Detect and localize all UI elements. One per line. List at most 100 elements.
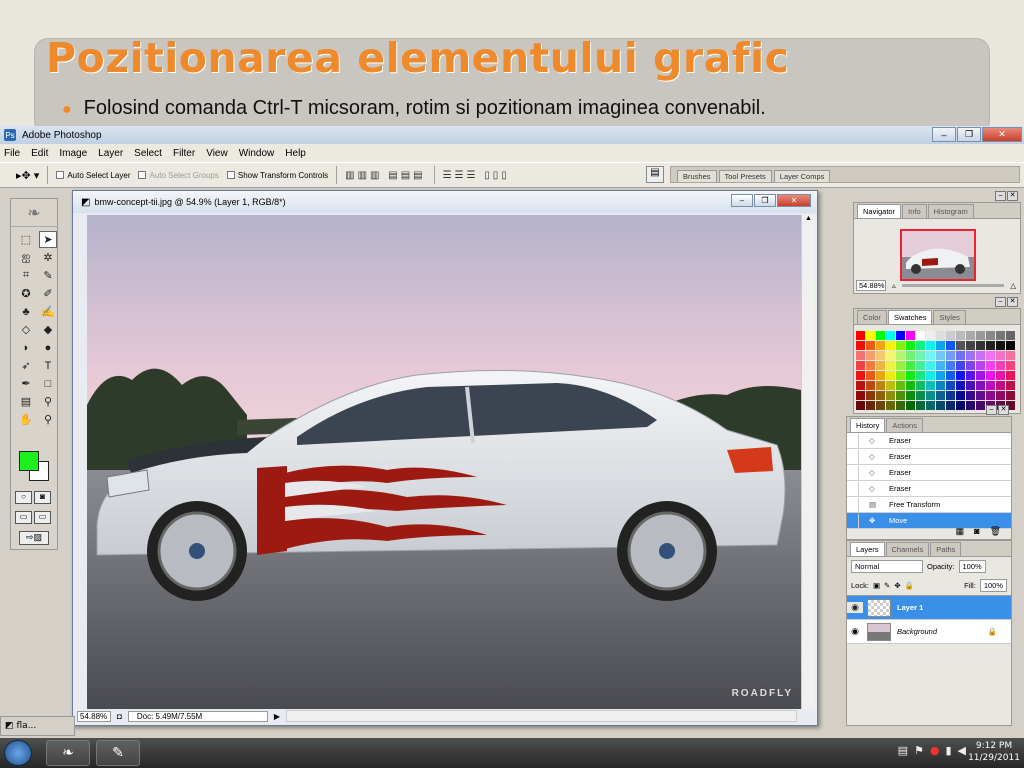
- color-swatch[interactable]: [936, 341, 945, 350]
- zoom-out-icon[interactable]: ▵: [892, 281, 896, 290]
- color-swatch[interactable]: [986, 371, 995, 380]
- color-swatch[interactable]: [906, 341, 915, 350]
- slice-tool-icon[interactable]: ✎: [39, 267, 57, 284]
- image-canvas[interactable]: ROADFLY: [87, 215, 801, 709]
- history-item[interactable]: ◇ Eraser: [847, 465, 1011, 481]
- color-swatch[interactable]: [876, 341, 885, 350]
- color-swatch[interactable]: [956, 351, 965, 360]
- lock-all-icon[interactable]: 🔒: [905, 581, 914, 590]
- color-swatch[interactable]: [856, 351, 865, 360]
- document-zoom-field[interactable]: 54.88%: [77, 710, 111, 722]
- status-info-icon[interactable]: ◘: [117, 712, 122, 721]
- align-buttons-icon[interactable]: ▥▥▥ ▤▤▤: [345, 170, 425, 181]
- color-swatch[interactable]: [956, 391, 965, 400]
- doc-restore-button[interactable]: ❐: [754, 194, 776, 207]
- tab-color[interactable]: Color: [857, 310, 887, 324]
- color-swatch[interactable]: [866, 361, 875, 370]
- color-swatch[interactable]: [996, 361, 1005, 370]
- eyedropper-tool-icon[interactable]: ⚲: [39, 393, 57, 410]
- color-swatch[interactable]: [926, 341, 935, 350]
- color-swatch[interactable]: [856, 361, 865, 370]
- color-swatch[interactable]: [956, 341, 965, 350]
- color-swatch[interactable]: [856, 391, 865, 400]
- color-swatch[interactable]: [856, 341, 865, 350]
- layer-row-background[interactable]: ◉ Background 🔒: [847, 620, 1011, 644]
- foreground-color-swatch[interactable]: [19, 451, 39, 471]
- tray-antivirus-icon[interactable]: ●: [930, 744, 940, 757]
- color-swatch[interactable]: [996, 391, 1005, 400]
- visibility-eye-icon[interactable]: ◉: [847, 626, 863, 637]
- color-swatch[interactable]: [986, 391, 995, 400]
- history-item[interactable]: ◇ Eraser: [847, 433, 1011, 449]
- hand-tool-icon[interactable]: ✋: [17, 411, 35, 428]
- color-swatch[interactable]: [866, 341, 875, 350]
- color-swatch[interactable]: [936, 371, 945, 380]
- color-swatch[interactable]: [936, 361, 945, 370]
- rectangle-tool-icon[interactable]: □: [39, 375, 57, 392]
- color-swatch[interactable]: [916, 371, 925, 380]
- color-swatch[interactable]: [986, 331, 995, 340]
- color-swatch[interactable]: [1006, 381, 1015, 390]
- menu-select[interactable]: Select: [134, 148, 162, 159]
- fill-field[interactable]: 100%: [979, 579, 1007, 592]
- color-swatch[interactable]: [896, 401, 905, 410]
- tab-navigator[interactable]: Navigator: [857, 204, 902, 218]
- quick-mask-mode-icon[interactable]: ◙: [34, 491, 51, 504]
- color-swatch[interactable]: [886, 391, 895, 400]
- menu-file[interactable]: File: [4, 148, 20, 159]
- color-swatch[interactable]: [966, 341, 975, 350]
- opacity-field[interactable]: 100%: [958, 560, 986, 573]
- navigator-thumbnail[interactable]: [900, 229, 976, 281]
- tray-flag-icon[interactable]: ⚑: [914, 744, 924, 757]
- panel-minimize-icon[interactable]: –: [995, 297, 1006, 307]
- well-tab-brushes[interactable]: Brushes: [677, 170, 717, 182]
- color-swatch[interactable]: [886, 361, 895, 370]
- color-swatch[interactable]: [966, 361, 975, 370]
- restore-button[interactable]: ❐: [957, 127, 981, 142]
- tab-paths[interactable]: Paths: [930, 542, 962, 556]
- color-swatch[interactable]: [876, 401, 885, 410]
- color-swatch[interactable]: [996, 331, 1005, 340]
- panel-close-icon[interactable]: ✕: [998, 405, 1009, 415]
- color-swatch[interactable]: [976, 371, 985, 380]
- path-selection-tool-icon[interactable]: ➶: [17, 357, 35, 374]
- color-swatch[interactable]: [976, 401, 985, 410]
- menu-image[interactable]: Image: [59, 148, 87, 159]
- eraser-tool-icon[interactable]: ◇: [17, 321, 35, 338]
- horizontal-scrollbar[interactable]: [286, 710, 797, 722]
- screen-mode-menubar-icon[interactable]: ▭: [34, 511, 51, 524]
- color-swatch[interactable]: [866, 351, 875, 360]
- color-swatch[interactable]: [1006, 351, 1015, 360]
- color-swatch[interactable]: [876, 391, 885, 400]
- panel-close-icon[interactable]: ✕: [1007, 297, 1018, 307]
- color-swatch[interactable]: [916, 381, 925, 390]
- color-swatch[interactable]: [936, 401, 945, 410]
- color-swatch[interactable]: [966, 401, 975, 410]
- color-swatch[interactable]: [906, 331, 915, 340]
- zoom-in-icon[interactable]: △: [1010, 281, 1016, 290]
- color-swatch[interactable]: [876, 371, 885, 380]
- marquee-tool-icon[interactable]: ⬚: [17, 231, 35, 248]
- status-menu-arrow-icon[interactable]: ▶: [274, 712, 280, 721]
- color-swatch[interactable]: [916, 391, 925, 400]
- taskbar-photoshop-icon[interactable]: ❧: [46, 740, 90, 766]
- notes-tool-icon[interactable]: ▤: [17, 393, 35, 410]
- tab-swatches[interactable]: Swatches: [887, 310, 933, 324]
- dodge-tool-icon[interactable]: ●: [39, 339, 57, 356]
- doc-close-button[interactable]: ✕: [777, 194, 811, 207]
- move-tool-icon[interactable]: ➤: [39, 231, 57, 248]
- tab-channels[interactable]: Channels: [885, 542, 930, 556]
- navigator-zoom-field[interactable]: 54.88%: [856, 280, 886, 291]
- panel-minimize-icon[interactable]: –: [986, 405, 997, 415]
- color-swatch[interactable]: [906, 361, 915, 370]
- color-swatch[interactable]: [976, 351, 985, 360]
- color-swatch[interactable]: [856, 331, 865, 340]
- color-swatch[interactable]: [866, 391, 875, 400]
- new-snapshot-icon[interactable]: ◙: [974, 526, 979, 537]
- blend-mode-select[interactable]: Normal: [851, 560, 923, 573]
- color-swatch[interactable]: [946, 341, 955, 350]
- new-document-from-state-icon[interactable]: ▦: [956, 526, 965, 537]
- color-swatch[interactable]: [926, 391, 935, 400]
- tab-histogram[interactable]: Histogram: [927, 204, 974, 218]
- crop-tool-icon[interactable]: ⌗: [17, 267, 35, 284]
